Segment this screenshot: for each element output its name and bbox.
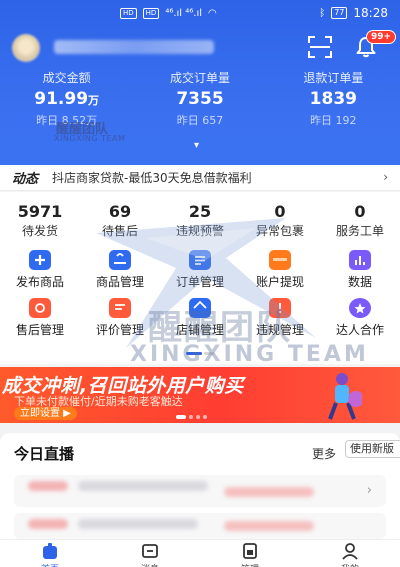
count-label: 待售后 xyxy=(101,224,138,238)
profile-icon xyxy=(342,543,358,560)
count-number: 69 xyxy=(108,202,132,221)
nav-label: 管理 xyxy=(200,562,300,567)
clock: 18:28 xyxy=(353,6,388,20)
tool-account-withdraw[interactable]: 账户提现 xyxy=(240,250,320,290)
count-label: 违规预警 xyxy=(175,224,224,238)
stat-orders[interactable]: 成交订单量 7355 昨日 657 xyxy=(133,70,266,130)
shop-name-blurred[interactable] xyxy=(54,40,214,54)
list-item[interactable]: › xyxy=(14,475,386,507)
tool-label: 账户提现 xyxy=(255,275,304,289)
sim2-indicator: HD xyxy=(142,7,160,19)
chevron-right-icon: › xyxy=(366,483,372,498)
bag-icon xyxy=(109,250,131,270)
watermark-text: XINGXING TEAM xyxy=(54,134,126,143)
shop-avatar[interactable] xyxy=(12,34,40,62)
tool-publish-product[interactable]: 发布商品 xyxy=(0,250,80,290)
tool-label: 订单管理 xyxy=(175,275,224,289)
stat-value: 91.99万 xyxy=(34,89,100,109)
status-bar: HD HD ⁴⁶.ıl ⁴⁶.ıl ◠ ᛒ 77 18:28 xyxy=(0,0,400,26)
tool-label: 发布商品 xyxy=(15,275,64,289)
tool-label: 达人合作 xyxy=(335,323,384,337)
nav-label: 我的 xyxy=(300,562,400,567)
tool-label: 数据 xyxy=(347,275,372,289)
banner-dots xyxy=(176,415,207,419)
star-icon xyxy=(349,298,371,318)
tool-data[interactable]: 数据 xyxy=(320,250,400,290)
stat-label: 成交订单量 xyxy=(169,71,230,85)
count-number: 0 xyxy=(274,202,286,221)
tool-after-sale-management[interactable]: 售后管理 xyxy=(0,298,80,338)
signal-icon: ⁴⁶.ıl ⁴⁶.ıl xyxy=(165,7,202,19)
news-bar[interactable]: 动态 抖店商家贷款-最低30天免息借款福利 › xyxy=(0,165,400,191)
list-icon xyxy=(189,250,211,270)
nav-label: 消息 xyxy=(100,562,200,567)
nav-home[interactable]: 首页 xyxy=(0,540,100,567)
nav-manage[interactable]: 管理 xyxy=(200,540,300,567)
chart-icon xyxy=(349,250,371,270)
count-label: 服务工单 xyxy=(335,224,384,238)
news-tag: 动态 xyxy=(12,172,39,187)
banner-setup-button[interactable]: 立即设置 ▶ xyxy=(14,407,77,420)
stat-value: 7355 xyxy=(176,89,224,109)
count-service-ticket[interactable]: 0 服务工单 xyxy=(320,202,400,240)
person-illustration-icon xyxy=(328,373,362,420)
promo-banner[interactable]: 成交冲刺,召回站外用户购买 下单未付款催付/近期未购老客触达 立即设置 ▶ xyxy=(0,367,400,423)
count-abnormal-package[interactable]: 0 异常包裹 xyxy=(240,202,320,240)
nav-messages[interactable]: 消息 xyxy=(100,540,200,567)
plus-icon xyxy=(29,250,51,270)
stat-refunds[interactable]: 退款订单量 1839 昨日 192 xyxy=(267,70,400,130)
list-item[interactable] xyxy=(14,513,386,539)
count-to-ship[interactable]: 5971 待发货 xyxy=(0,202,80,240)
more-link[interactable]: 更多 xyxy=(312,445,336,462)
news-text: 抖店商家贷款-最低30天免息借款福利 xyxy=(52,171,252,185)
chevron-right-icon: › xyxy=(383,170,388,184)
stat-value: 1839 xyxy=(309,89,357,109)
count-violation-warning[interactable]: 25 违规预警 xyxy=(160,202,240,240)
comment-icon xyxy=(109,298,131,318)
tool-label: 售后管理 xyxy=(15,323,64,337)
notification-badge: 99+ xyxy=(366,30,397,44)
count-number: 25 xyxy=(188,202,212,221)
count-label: 待发货 xyxy=(21,224,58,238)
message-icon xyxy=(142,544,158,558)
wallet-icon xyxy=(269,250,291,270)
nav-label: 首页 xyxy=(0,562,100,567)
bluetooth-icon: ᛒ xyxy=(319,7,326,19)
stat-yesterday: 昨日 192 xyxy=(310,114,357,127)
watermark-text: XINGXING TEAM xyxy=(130,342,369,367)
service-icon xyxy=(29,298,51,318)
tool-label: 商品管理 xyxy=(95,275,144,289)
new-version-button[interactable]: 使用新版 xyxy=(345,440,400,458)
manage-icon xyxy=(243,543,257,559)
battery-indicator: 77 xyxy=(331,7,348,19)
count-number: 5971 xyxy=(17,202,63,221)
wifi-icon: ◠ xyxy=(208,7,217,19)
count-number: 0 xyxy=(354,202,366,221)
sim1-indicator: HD xyxy=(120,7,137,19)
top-bar xyxy=(0,30,400,64)
home-icon xyxy=(43,543,57,559)
count-label: 异常包裹 xyxy=(255,224,304,238)
live-section: 今日直播 更多 › xyxy=(0,433,400,539)
section-title: 今日直播 xyxy=(14,445,75,463)
tool-influencer-cooperation[interactable]: 达人合作 xyxy=(320,298,400,338)
todo-counts: 5971 待发货 69 待售后 25 违规预警 0 异常包裹 0 服务工单 xyxy=(0,192,400,240)
count-after-sale[interactable]: 69 待售后 xyxy=(80,202,160,240)
nav-profile[interactable]: 我的 xyxy=(300,540,400,567)
tool-order-management[interactable]: 订单管理 xyxy=(160,250,240,290)
expand-chevron-icon[interactable]: ▾ xyxy=(194,140,199,151)
stat-label: 成交金额 xyxy=(42,71,91,85)
stat-yesterday: 昨日 657 xyxy=(176,114,224,127)
tool-product-management[interactable]: 商品管理 xyxy=(80,250,160,290)
scan-button[interactable] xyxy=(308,36,332,58)
bottom-nav: 首页 消息 管理 我的 xyxy=(0,539,400,567)
stat-label: 退款订单量 xyxy=(303,71,364,85)
